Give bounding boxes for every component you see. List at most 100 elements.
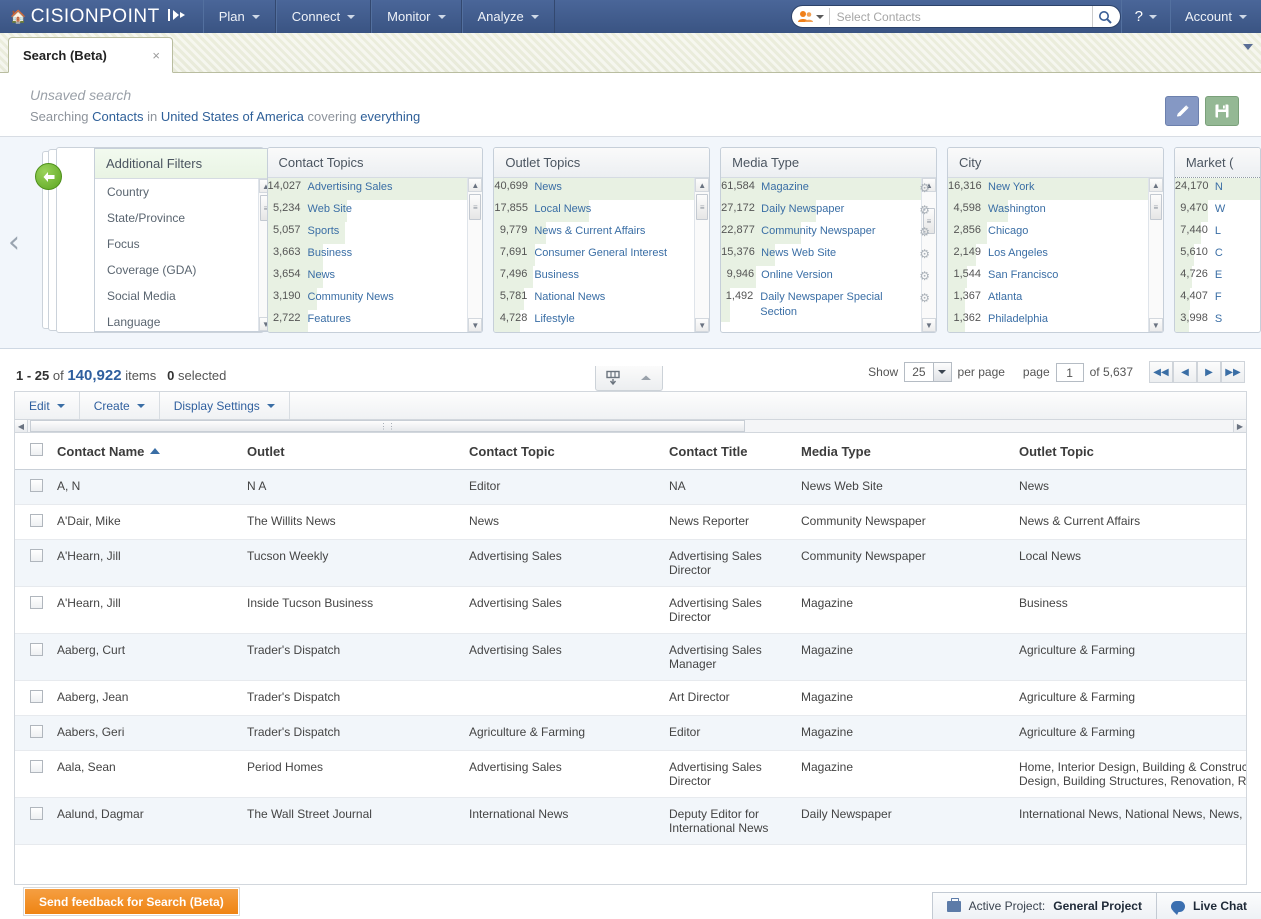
- row-checkbox[interactable]: [30, 514, 43, 527]
- facet-label[interactable]: Business: [534, 268, 597, 283]
- cell-contact-name[interactable]: Aabers, Geri: [57, 715, 247, 751]
- scrollbar-thumb[interactable]: ≡: [696, 194, 709, 220]
- facet-label[interactable]: L: [1215, 224, 1239, 239]
- facet-row-item[interactable]: 40,699 News: [494, 178, 710, 200]
- facet-label[interactable]: Los Angeles: [988, 246, 1066, 261]
- table-row[interactable]: Aabers, Geri Trader's Dispatch Agricultu…: [15, 715, 1246, 751]
- facet-label[interactable]: National News: [534, 290, 623, 305]
- column-header-contact-name[interactable]: Contact Name: [57, 433, 247, 470]
- filter-item-country[interactable]: Country: [95, 179, 273, 205]
- facet-row-item[interactable]: 1,367 Atlanta: [948, 288, 1163, 310]
- filter-item-language[interactable]: Language: [95, 309, 273, 331]
- facet-row-item[interactable]: 61,584 Magazine ⚙: [721, 178, 936, 200]
- edit-menu-button[interactable]: Edit: [15, 392, 80, 419]
- facet-row-item[interactable]: 4,728 Lifestyle: [494, 310, 709, 332]
- facet-row-item[interactable]: 22,877 Community Newspaper ⚙: [721, 222, 936, 244]
- row-checkbox[interactable]: [30, 760, 43, 773]
- per-page-select[interactable]: 25: [904, 362, 952, 382]
- facet-row-item[interactable]: 7,440 L: [1174, 222, 1260, 244]
- facet-label[interactable]: Daily Newspaper: [761, 202, 862, 217]
- nav-item-connect[interactable]: Connect: [275, 0, 372, 33]
- facet-label[interactable]: Online Version: [761, 268, 851, 283]
- facet-row-item[interactable]: 3,654 News: [267, 266, 483, 288]
- table-row[interactable]: Aalund, Dagmar The Wall Street Journal I…: [15, 797, 1246, 845]
- facet-row-item[interactable]: 1,492 Daily Newspaper Special Section ⚙: [721, 288, 936, 322]
- send-feedback-button[interactable]: Send feedback for Search (Beta): [24, 888, 239, 915]
- facet-row-item[interactable]: 24,170 N: [1174, 178, 1260, 200]
- cell-contact-name[interactable]: A'Dair, Mike: [57, 504, 247, 540]
- cell-outlet[interactable]: Trader's Dispatch: [247, 715, 469, 751]
- facet-label[interactable]: Chicago: [988, 224, 1046, 239]
- edit-search-button[interactable]: [1165, 96, 1199, 126]
- account-menu[interactable]: Account: [1170, 0, 1261, 33]
- facet-scrollbar[interactable]: ▲ ≡ ▼: [694, 178, 710, 332]
- scroll-up-icon[interactable]: ▲: [468, 178, 483, 192]
- active-project-item[interactable]: Active Project: General Project: [933, 893, 1156, 919]
- facet-row-item[interactable]: 2,149 Los Angeles: [948, 244, 1163, 266]
- facet-label[interactable]: Magazine: [761, 180, 827, 195]
- table-row[interactable]: Aala, Sean Period Homes Advertising Sale…: [15, 750, 1246, 798]
- filter-item-coverage-gda[interactable]: Coverage (GDA): [95, 257, 273, 283]
- facet-row-item[interactable]: 4,407 F: [1174, 288, 1260, 310]
- facet-row-item[interactable]: 7,691 Consumer General Interest: [494, 244, 709, 266]
- facet-row-item[interactable]: 5,057 Sports: [267, 222, 483, 244]
- facet-label[interactable]: News: [534, 180, 580, 195]
- facet-label[interactable]: Local News: [534, 202, 609, 217]
- row-checkbox[interactable]: [30, 725, 43, 738]
- facets-collapse-control[interactable]: [595, 366, 663, 391]
- facet-row-item[interactable]: 5,234 Web Site: [267, 200, 483, 222]
- cell-contact-name[interactable]: A, N: [57, 469, 247, 505]
- facet-row-item[interactable]: 3,998 S: [1174, 310, 1260, 332]
- column-header-contact-topic[interactable]: Contact Topic: [469, 433, 669, 470]
- cell-contact-name[interactable]: Aala, Sean: [57, 750, 247, 798]
- cell-outlet[interactable]: Trader's Dispatch: [247, 680, 469, 716]
- facet-row-item[interactable]: 9,470 W: [1174, 200, 1260, 222]
- gear-icon[interactable]: ⚙: [919, 269, 930, 283]
- column-header-outlet-topic[interactable]: Outlet Topic: [1019, 433, 1246, 470]
- facet-label[interactable]: Consumer General Interest: [534, 246, 685, 261]
- row-checkbox[interactable]: [30, 549, 43, 562]
- facet-row-item[interactable]: 1,544 San Francisco: [948, 266, 1163, 288]
- facet-label[interactable]: Community News: [308, 290, 412, 305]
- facet-label[interactable]: Features: [308, 312, 369, 327]
- scroll-up-icon[interactable]: ▲: [1148, 178, 1163, 192]
- facet-row-item[interactable]: 2,856 Chicago: [948, 222, 1163, 244]
- nav-item-plan[interactable]: Plan: [202, 0, 276, 33]
- facet-label[interactable]: E: [1215, 268, 1240, 283]
- column-header-outlet[interactable]: Outlet: [247, 433, 469, 470]
- facet-label[interactable]: Atlanta: [988, 290, 1040, 305]
- facet-row-item[interactable]: 27,172 Daily Newspaper ⚙: [721, 200, 936, 222]
- scrollbar-thumb[interactable]: ≡: [1149, 194, 1162, 220]
- gear-icon[interactable]: ⚙: [919, 247, 930, 261]
- filter-item-social-media[interactable]: Social Media: [95, 283, 273, 309]
- row-checkbox[interactable]: [30, 807, 43, 820]
- tab-overflow-button[interactable]: [1243, 44, 1261, 72]
- facet-label[interactable]: Business: [308, 246, 371, 261]
- last-page-button[interactable]: ▶▶: [1221, 361, 1245, 383]
- row-checkbox[interactable]: [30, 643, 43, 656]
- hscroll-track[interactable]: ⋮⋮: [28, 420, 1233, 432]
- facet-label[interactable]: Web Site: [308, 202, 370, 217]
- facet-row-item[interactable]: 7,496 Business: [494, 266, 709, 288]
- cell-outlet[interactable]: Inside Tucson Business: [247, 586, 469, 634]
- filter-item-state-province[interactable]: State/Province: [95, 205, 273, 231]
- table-row[interactable]: A'Dair, Mike The Willits News News News …: [15, 504, 1246, 540]
- scroll-left-icon[interactable]: ◀: [15, 420, 28, 432]
- cell-outlet[interactable]: Period Homes: [247, 750, 469, 798]
- create-menu-button[interactable]: Create: [80, 392, 160, 419]
- cell-contact-name[interactable]: Aaberg, Jean: [57, 680, 247, 716]
- facet-row-item[interactable]: 3,190 Community News: [267, 288, 483, 310]
- help-menu[interactable]: ?: [1120, 0, 1170, 33]
- facet-label[interactable]: C: [1215, 246, 1241, 261]
- next-page-button[interactable]: ▶: [1197, 361, 1221, 383]
- facet-row-item[interactable]: 9,946 Online Version ⚙: [721, 266, 936, 288]
- facet-row-item[interactable]: 3,663 Business: [267, 244, 483, 266]
- display-settings-menu-button[interactable]: Display Settings: [160, 392, 290, 419]
- search-scope-link[interactable]: everything: [360, 109, 420, 124]
- facet-row-item[interactable]: 4,726 E: [1174, 266, 1260, 288]
- facet-row-item[interactable]: 5,781 National News: [494, 288, 709, 310]
- search-entity-link[interactable]: Contacts: [92, 109, 143, 124]
- cell-contact-name[interactable]: A'Hearn, Jill: [57, 586, 247, 634]
- facet-label[interactable]: Community Newspaper: [761, 224, 893, 239]
- nav-item-analyze[interactable]: Analyze: [461, 0, 555, 33]
